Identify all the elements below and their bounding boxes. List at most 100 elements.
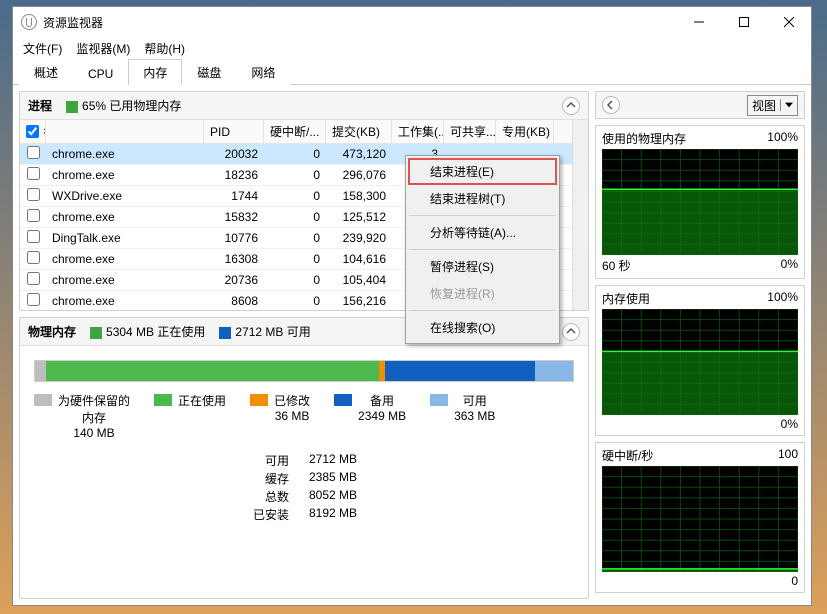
- col-private[interactable]: 专用(KB): [496, 120, 554, 143]
- cell-name: chrome.exe: [46, 168, 204, 182]
- graph-max: 100: [778, 447, 798, 464]
- cell-hardfaults: 0: [264, 252, 326, 266]
- cell-commit: 296,076: [326, 168, 392, 182]
- col-pid[interactable]: PID: [204, 120, 264, 143]
- legend-swatch: [154, 394, 172, 406]
- cell-name: DingTalk.exe: [46, 231, 204, 245]
- memory-segment: [35, 361, 46, 381]
- titlebar[interactable]: 资源监视器: [13, 7, 811, 37]
- memory-stats: 可用2712 MB缓存2385 MB总数8052 MB已安装8192 MB: [249, 452, 574, 524]
- tab-disk[interactable]: 磁盘: [182, 59, 236, 85]
- cell-commit: 158,300: [326, 189, 392, 203]
- collapse-physmem-button[interactable]: [562, 323, 580, 341]
- cell-hardfaults: 0: [264, 273, 326, 287]
- scrollbar[interactable]: [572, 120, 588, 310]
- right-header: 视图: [595, 91, 805, 119]
- menu-separator: [409, 249, 556, 250]
- cell-name: chrome.exe: [46, 252, 204, 266]
- menu-suspend-process[interactable]: 暂停进程(S): [408, 253, 557, 280]
- cell-commit: 473,120: [326, 147, 392, 161]
- col-shareable[interactable]: 可共享...: [444, 120, 496, 143]
- col-hardfaults[interactable]: 硬中断/...: [264, 120, 326, 143]
- row-checkbox[interactable]: [27, 167, 40, 180]
- legend-label: 可用363 MB: [454, 392, 495, 423]
- stat-value: 2385 MB: [309, 470, 379, 488]
- cell-hardfaults: 0: [264, 168, 326, 182]
- menu-separator: [409, 310, 556, 311]
- legend-label: 已修改36 MB: [274, 392, 310, 423]
- graph-box: 内存使用100%0%: [595, 285, 805, 436]
- graph-foot-left: 60 秒: [602, 257, 631, 274]
- menu-help[interactable]: 帮助(H): [138, 38, 191, 59]
- graph-max: 100%: [767, 290, 798, 307]
- row-checkbox[interactable]: [27, 230, 40, 243]
- col-commit[interactable]: 提交(KB): [326, 120, 392, 143]
- menu-end-process[interactable]: 结束进程(E): [408, 158, 557, 185]
- cell-pid: 10776: [204, 231, 264, 245]
- memory-legend: 为硬件保留的内存140 MB正在使用已修改36 MB备用2349 MB可用363…: [34, 392, 574, 440]
- app-icon: [21, 14, 37, 30]
- row-checkbox[interactable]: [27, 251, 40, 264]
- cell-pid: 18236: [204, 168, 264, 182]
- menu-monitor[interactable]: 监视器(M): [70, 38, 136, 59]
- legend-label: 备用2349 MB: [358, 392, 406, 423]
- graph-box: 硬中断/秒1000: [595, 442, 805, 593]
- stat-value: 8192 MB: [309, 506, 379, 524]
- physmem-available: 2712 MB 可用: [219, 323, 310, 340]
- row-checkbox[interactable]: [27, 272, 40, 285]
- menu-analyze-wait-chain[interactable]: 分析等待链(A)...: [408, 219, 557, 246]
- processes-header[interactable]: 进程 65% 已用物理内存: [20, 92, 588, 120]
- close-button[interactable]: [766, 7, 811, 37]
- cell-commit: 105,404: [326, 273, 392, 287]
- right-column: 视图 使用的物理内存100%60 秒0%内存使用100%0%硬中断/秒1000: [595, 91, 805, 599]
- view-selector[interactable]: 视图: [747, 95, 798, 116]
- stat-row: 已安装 8192 MB: [249, 506, 574, 524]
- legend-item: 为硬件保留的内存140 MB: [34, 392, 130, 440]
- tab-overview[interactable]: 概述: [19, 59, 73, 85]
- menu-search-online[interactable]: 在线搜索(O): [408, 314, 557, 341]
- physmem-inuse: 5304 MB 正在使用: [90, 323, 205, 340]
- cell-commit: 156,216: [326, 294, 392, 308]
- stat-value: 8052 MB: [309, 488, 379, 506]
- tab-network[interactable]: 网络: [236, 59, 290, 85]
- col-checkbox[interactable]: 名称: [20, 120, 46, 143]
- tabs: 概述 CPU 内存 磁盘 网络: [13, 59, 811, 85]
- graph-title: 内存使用: [602, 290, 650, 307]
- select-all-checkbox[interactable]: [26, 125, 39, 138]
- row-checkbox[interactable]: [27, 146, 40, 159]
- cell-name: chrome.exe: [46, 147, 204, 161]
- maximize-button[interactable]: [721, 7, 766, 37]
- table-header: 名称 PID 硬中断/... 提交(KB) 工作集(... 可共享... 专用(…: [20, 120, 572, 144]
- stat-value: 2712 MB: [309, 452, 379, 470]
- legend-item: 已修改36 MB: [250, 392, 310, 440]
- menu-file[interactable]: 文件(F): [17, 38, 68, 59]
- memory-segment: [385, 361, 536, 381]
- minimize-button[interactable]: [676, 7, 721, 37]
- cell-pid: 1744: [204, 189, 264, 203]
- cell-pid: 15832: [204, 210, 264, 224]
- row-checkbox[interactable]: [27, 293, 40, 306]
- menu-end-process-tree[interactable]: 结束进程树(T): [408, 185, 557, 212]
- stat-key: 已安装: [249, 506, 289, 524]
- graph-foot-right: 0: [791, 574, 798, 588]
- context-menu: 结束进程(E) 结束进程树(T) 分析等待链(A)... 暂停进程(S) 恢复进…: [405, 155, 560, 344]
- collapse-processes-button[interactable]: [562, 97, 580, 115]
- graph-max: 100%: [767, 130, 798, 147]
- stat-key: 可用: [249, 452, 289, 470]
- row-checkbox[interactable]: [27, 188, 40, 201]
- legend-swatch: [34, 394, 52, 406]
- cell-name: WXDrive.exe: [46, 189, 204, 203]
- memory-segment: [535, 361, 573, 381]
- tab-memory[interactable]: 内存: [128, 59, 182, 85]
- cell-pid: 20032: [204, 147, 264, 161]
- graph-canvas: [602, 309, 798, 415]
- usage-swatch: [66, 101, 78, 113]
- expand-graphs-button[interactable]: [602, 96, 620, 114]
- col-workingset[interactable]: 工作集(...: [392, 120, 444, 143]
- row-checkbox[interactable]: [27, 209, 40, 222]
- legend-label: 为硬件保留的内存140 MB: [58, 392, 130, 440]
- graph-box: 使用的物理内存100%60 秒0%: [595, 125, 805, 279]
- tab-cpu[interactable]: CPU: [73, 62, 128, 85]
- cell-commit: 125,512: [326, 210, 392, 224]
- stat-row: 可用 2712 MB: [249, 452, 574, 470]
